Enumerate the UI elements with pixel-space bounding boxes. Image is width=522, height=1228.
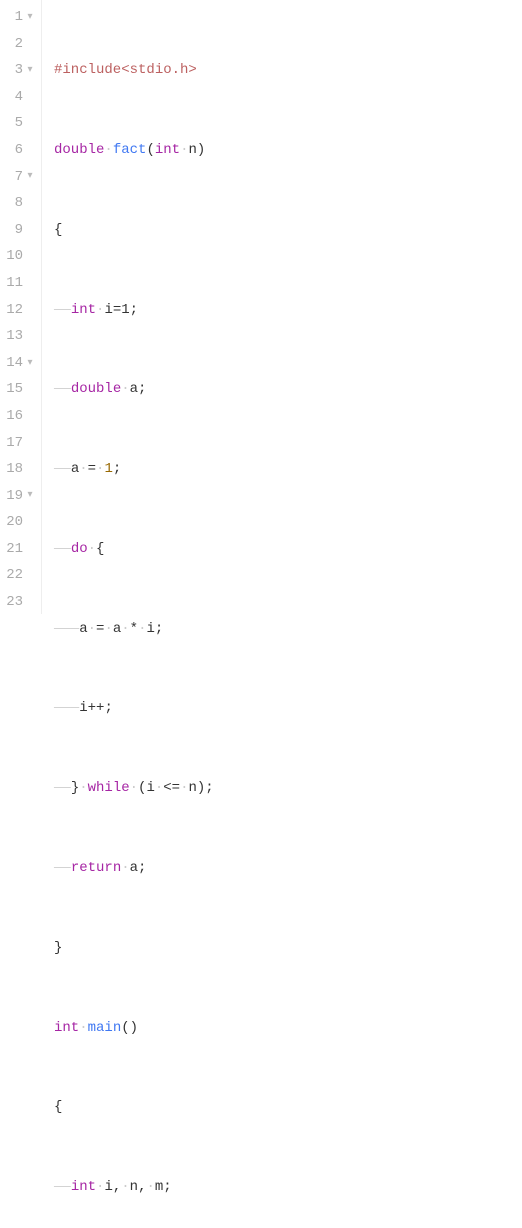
- gutter-row: 19▾: [0, 483, 41, 510]
- code-area[interactable]: #include<stdio.h> double·fact(int·n) { ―…: [42, 0, 399, 614]
- line-number: 11: [3, 270, 23, 297]
- gutter-row: 2: [0, 31, 41, 58]
- gutter-row: 16: [0, 403, 41, 430]
- code-line: }: [54, 935, 399, 962]
- code-editor[interactable]: 1▾ 2 3▾ 4 5 6 7▾ 8 9 10 11 12 13 14▾ 15 …: [0, 0, 522, 614]
- gutter-row: 10: [0, 243, 41, 270]
- code-line: ――int·i=1;: [54, 297, 399, 324]
- code-line: ――}·while·(i·<=·n);: [54, 775, 399, 802]
- gutter-row: 21: [0, 536, 41, 563]
- line-number: 15: [3, 376, 23, 403]
- fold-toggle-icon[interactable]: ▾: [23, 354, 37, 373]
- gutter-row: 3▾: [0, 57, 41, 84]
- line-number: 14: [3, 350, 23, 377]
- code-line: ―――i++;: [54, 695, 399, 722]
- gutter-row: 11: [0, 270, 41, 297]
- line-number: 23: [3, 589, 23, 616]
- gutter-row: 17: [0, 430, 41, 457]
- fold-toggle-icon[interactable]: ▾: [23, 61, 37, 80]
- fold-toggle-icon[interactable]: ▾: [23, 167, 37, 186]
- gutter-row: 12: [0, 297, 41, 324]
- code-line: {: [54, 1094, 399, 1121]
- line-number: 21: [3, 536, 23, 563]
- gutter-row: 20: [0, 509, 41, 536]
- line-number: 10: [3, 243, 23, 270]
- line-number: 22: [3, 562, 23, 589]
- line-number: 20: [3, 509, 23, 536]
- gutter-row: 23: [0, 589, 41, 616]
- line-number: 9: [3, 217, 23, 244]
- gutter-row: 22: [0, 562, 41, 589]
- line-number: 16: [3, 403, 23, 430]
- line-number: 2: [3, 31, 23, 58]
- fold-toggle-icon[interactable]: ▾: [23, 8, 37, 27]
- code-line: ――do·{: [54, 536, 399, 563]
- line-number: 1: [3, 4, 23, 31]
- code-line: #include<stdio.h>: [54, 57, 399, 84]
- code-line: ――a·=·1;: [54, 456, 399, 483]
- line-number: 17: [3, 430, 23, 457]
- line-number: 4: [3, 84, 23, 111]
- fold-toggle-icon[interactable]: ▾: [23, 486, 37, 505]
- code-line: ――return·a;: [54, 855, 399, 882]
- line-number: 7: [3, 164, 23, 191]
- code-line: {: [54, 217, 399, 244]
- code-line: double·fact(int·n): [54, 137, 399, 164]
- line-gutter: 1▾ 2 3▾ 4 5 6 7▾ 8 9 10 11 12 13 14▾ 15 …: [0, 0, 42, 614]
- line-number: 3: [3, 57, 23, 84]
- line-number: 18: [3, 456, 23, 483]
- line-number: 19: [3, 483, 23, 510]
- code-line: ―――a·=·a·*·i;: [54, 616, 399, 643]
- gutter-row: 14▾: [0, 350, 41, 377]
- gutter-row: 9: [0, 217, 41, 244]
- line-number: 13: [3, 323, 23, 350]
- code-line: ――int·i,·n,·m;: [54, 1174, 399, 1201]
- line-number: 12: [3, 297, 23, 324]
- gutter-row: 8: [0, 190, 41, 217]
- gutter-row: 15: [0, 376, 41, 403]
- gutter-row: 6: [0, 137, 41, 164]
- gutter-row: 4: [0, 84, 41, 111]
- gutter-row: 5: [0, 110, 41, 137]
- line-number: 6: [3, 137, 23, 164]
- code-line: ――double·a;: [54, 376, 399, 403]
- gutter-row: 13: [0, 323, 41, 350]
- line-number: 5: [3, 110, 23, 137]
- gutter-row: 7▾: [0, 164, 41, 191]
- line-number: 8: [3, 190, 23, 217]
- gutter-row: 18: [0, 456, 41, 483]
- code-line: int·main(): [54, 1015, 399, 1042]
- gutter-row: 1▾: [0, 4, 41, 31]
